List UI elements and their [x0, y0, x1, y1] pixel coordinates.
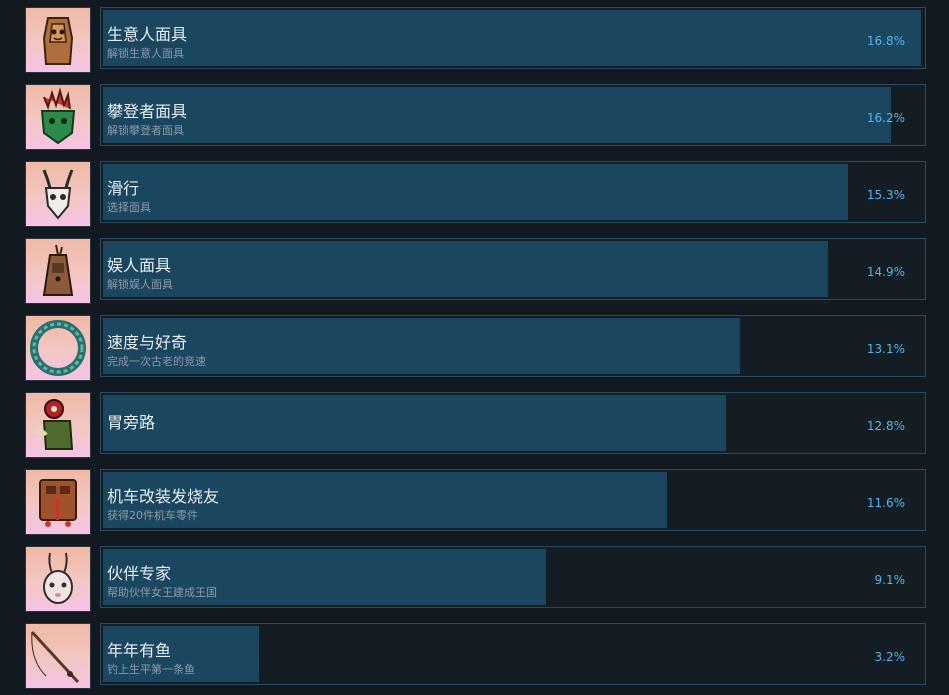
unlock-percentage: 13.1% [866, 342, 905, 356]
achievement-row: 机车改装发烧友获得20件机车零件 11.6% [0, 469, 949, 535]
achievement-row: 速度与好奇完成一次古老的竞速 13.1% [0, 315, 949, 381]
unlock-percentage: 15.3% [866, 188, 905, 202]
progress-bar: 年年有鱼钓上生平第一条鱼 3.2% [100, 623, 926, 685]
progress-bar: 娱人面具解锁娱人面具 14.9% [100, 238, 926, 300]
merchant-mask-icon [25, 7, 91, 73]
achievement-description: 钓上生平第一条鱼 [107, 663, 195, 676]
progress-fill [103, 10, 921, 66]
progress-fill [103, 164, 848, 220]
achievement-list: 生意人面具解锁生意人面具 16.8% 攀登者面具解锁攀登者面具 16.2% 滑行选择面具… [0, 0, 949, 695]
progress-bar: 生意人面具解锁生意人面具 16.8% [100, 7, 926, 69]
fishing-rod-icon [25, 623, 91, 689]
machine-icon [25, 469, 91, 535]
progress-fill [103, 87, 891, 143]
rabbit-mask-icon [25, 546, 91, 612]
achievement-description: 获得20件机车零件 [107, 509, 198, 522]
achievement-description: 解锁攀登者面具 [107, 124, 184, 137]
achievement-title: 攀登者面具 [107, 102, 188, 121]
progress-fill [103, 241, 828, 297]
progress-bar: 滑行选择面具 15.3% [100, 161, 926, 223]
achievement-title: 娱人面具 [107, 256, 172, 275]
achievement-title: 机车改装发烧友 [107, 487, 220, 506]
unlock-percentage: 11.6% [866, 496, 905, 510]
achievement-description: 选择面具 [107, 201, 151, 214]
achievement-row: 年年有鱼钓上生平第一条鱼 3.2% [0, 623, 949, 689]
achievement-description: 解锁生意人面具 [107, 47, 184, 60]
achievement-title: 伙伴专家 [107, 564, 172, 583]
unlock-percentage: 16.2% [866, 111, 905, 125]
unlock-percentage: 3.2% [874, 650, 906, 664]
climber-mask-icon [25, 84, 91, 150]
glide-mask-icon [25, 161, 91, 227]
achievement-title: 滑行 [107, 179, 140, 198]
achievement-row: 生意人面具解锁生意人面具 16.8% [0, 7, 949, 73]
unlock-percentage: 16.8% [866, 34, 905, 48]
achievement-description: 完成一次古老的竞速 [107, 355, 206, 368]
unlock-percentage: 12.8% [866, 419, 905, 433]
progress-bar: 伙伴专家帮助伙伴女王建成王国 9.1% [100, 546, 926, 608]
achievement-title: 速度与好奇 [107, 333, 188, 352]
achievement-row: 胃旁路 12.8% [0, 392, 949, 458]
progress-fill [103, 395, 726, 451]
ring-icon [25, 315, 91, 381]
achievement-row: 攀登者面具解锁攀登者面具 16.2% [0, 84, 949, 150]
progress-bar: 机车改装发烧友获得20件机车零件 11.6% [100, 469, 926, 531]
progress-bar: 攀登者面具解锁攀登者面具 16.2% [100, 84, 926, 146]
progress-bar: 胃旁路 12.8% [100, 392, 926, 454]
achievement-row: 娱人面具解锁娱人面具 14.9% [0, 238, 949, 304]
achievement-title: 年年有鱼 [107, 641, 172, 660]
achievement-description: 帮助伙伴女王建成王国 [107, 586, 217, 599]
progress-bar: 速度与好奇完成一次古老的竞速 13.1% [100, 315, 926, 377]
achievement-row: 滑行选择面具 15.3% [0, 161, 949, 227]
achievement-title: 胃旁路 [107, 413, 156, 432]
entertainer-mask-icon [25, 238, 91, 304]
unlock-percentage: 14.9% [866, 265, 905, 279]
creature-icon [25, 392, 91, 458]
achievement-title: 生意人面具 [107, 25, 188, 44]
unlock-percentage: 9.1% [874, 573, 906, 587]
achievement-description: 解锁娱人面具 [107, 278, 173, 291]
achievement-row: 伙伴专家帮助伙伴女王建成王国 9.1% [0, 546, 949, 612]
